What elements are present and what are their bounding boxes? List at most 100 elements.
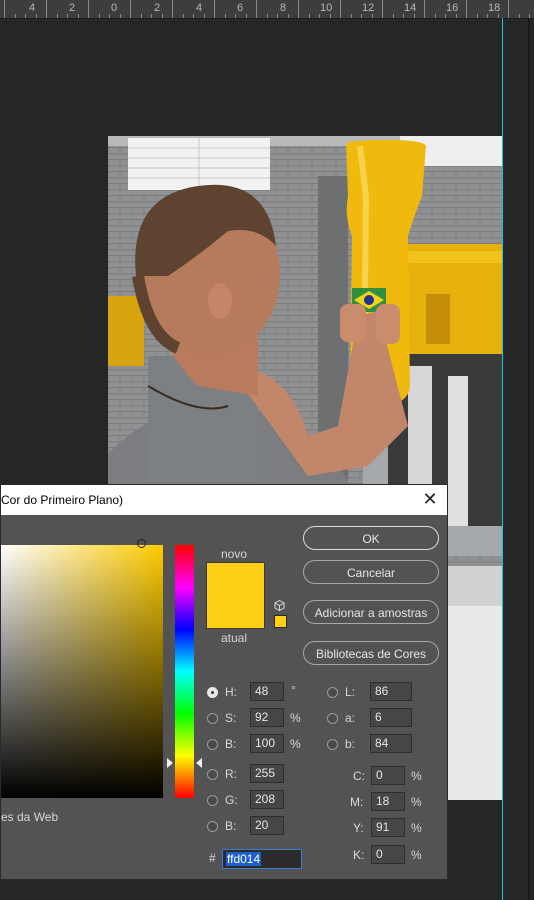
percent-unit: %: [411, 848, 422, 862]
blue-radio[interactable]: [207, 821, 218, 832]
ruler-label: 14: [404, 2, 417, 14]
ruler-tick: [256, 0, 257, 18]
ruler-tick: [414, 14, 415, 18]
color-libraries-button[interactable]: Bibliotecas de Cores: [303, 641, 439, 665]
cyan-input[interactable]: 0: [371, 766, 405, 785]
lab-b-label: b:: [345, 737, 356, 751]
ruler-label: 4: [196, 2, 203, 14]
current-color-label: atual: [221, 631, 248, 645]
brightness-radio[interactable]: [207, 739, 218, 750]
lab-b-input[interactable]: 84: [370, 734, 412, 753]
color-field[interactable]: [1, 545, 163, 798]
ruler-tick: [141, 14, 142, 18]
ruler-tick: [151, 14, 152, 18]
saturation-label: S:: [225, 711, 237, 725]
ruler-tick: [36, 14, 37, 18]
ruler-tick: [57, 14, 58, 18]
ruler-tick: [477, 14, 478, 18]
horizontal-ruler: 4 2 0 2 4 6 8 10 12 14 16 18: [0, 0, 534, 19]
ruler-tick: [498, 14, 499, 18]
lab-b-radio[interactable]: [327, 739, 338, 750]
hue-slider[interactable]: [175, 545, 194, 798]
ruler-tick: [88, 0, 89, 18]
black-label: K:: [353, 848, 365, 862]
hue-radio[interactable]: [207, 687, 218, 698]
ruler-tick: [277, 14, 278, 18]
black-input[interactable]: 0: [371, 845, 405, 864]
yellow-input[interactable]: 91: [371, 818, 405, 837]
ruler-tick: [99, 14, 100, 18]
hex-value: ffd014: [226, 852, 262, 866]
hue-input[interactable]: 48: [250, 682, 284, 701]
ruler-label: 10: [320, 2, 333, 14]
new-current-color-swatch: [206, 562, 265, 629]
ok-button[interactable]: OK: [303, 526, 439, 550]
ruler-tick: [235, 14, 236, 18]
lab-a-input[interactable]: 6: [370, 708, 412, 727]
green-radio[interactable]: [207, 795, 218, 806]
ruler-tick: [445, 14, 446, 18]
ruler-tick: [508, 0, 509, 18]
web-only-label: es da Web: [1, 810, 59, 824]
ruler-tick: [120, 14, 121, 18]
ruler-tick: [382, 0, 383, 18]
blue-input[interactable]: 20: [250, 816, 284, 835]
ruler-tick: [25, 14, 26, 18]
red-input[interactable]: 255: [250, 764, 284, 783]
magenta-input[interactable]: 18: [371, 792, 405, 811]
lab-l-input[interactable]: 86: [370, 682, 412, 701]
ruler-tick: [298, 0, 299, 18]
percent-unit: %: [411, 821, 422, 835]
ruler-tick: [267, 14, 268, 18]
ruler-tick: [288, 14, 289, 18]
ruler-tick: [204, 14, 205, 18]
dialog-title: Cor do Primeiro Plano): [1, 493, 124, 507]
lab-l-radio[interactable]: [327, 687, 338, 698]
saturation-input[interactable]: 92: [250, 708, 284, 727]
vertical-guide-line[interactable]: [502, 18, 503, 900]
ruler-label: 16: [446, 2, 459, 14]
ruler-label: 2: [69, 2, 76, 14]
hue-slider-left-arrow-icon[interactable]: [167, 758, 173, 768]
canvas-edge: [528, 18, 530, 900]
ruler-label: 18: [488, 2, 501, 14]
percent-unit: %: [290, 711, 301, 725]
ruler-label: 2: [154, 2, 161, 14]
lab-a-label: a:: [345, 711, 356, 725]
ruler-tick: [361, 14, 362, 18]
gamut-cube-icon[interactable]: [274, 600, 285, 611]
ruler-tick: [162, 14, 163, 18]
ruler-tick: [351, 14, 352, 18]
dialog-titlebar[interactable]: Cor do Primeiro Plano) ✕: [1, 485, 447, 515]
saturation-radio[interactable]: [207, 713, 218, 724]
ruler-tick: [424, 0, 425, 18]
ruler-tick: [519, 14, 520, 18]
ruler-label: 6: [237, 2, 244, 14]
close-icon[interactable]: ✕: [419, 488, 441, 510]
lab-l-label: L:: [345, 685, 356, 699]
hue-slider-right-arrow-icon[interactable]: [196, 758, 202, 768]
hue-label: H:: [225, 685, 237, 699]
ruler-tick: [109, 14, 110, 18]
ruler-tick: [372, 14, 373, 18]
cancel-button[interactable]: Cancelar: [303, 560, 439, 584]
web-safe-swatch[interactable]: [274, 615, 287, 628]
hex-input[interactable]: ffd014: [222, 849, 302, 869]
ruler-tick: [487, 14, 488, 18]
percent-unit: %: [290, 737, 301, 751]
ruler-tick: [193, 14, 194, 18]
red-label: R:: [225, 767, 237, 781]
lab-a-radio[interactable]: [327, 713, 338, 724]
brightness-input[interactable]: 100: [250, 734, 284, 753]
color-field-marker[interactable]: [137, 539, 146, 548]
ruler-tick: [435, 14, 436, 18]
red-radio[interactable]: [207, 769, 218, 780]
percent-unit: %: [411, 769, 422, 783]
add-to-swatches-button[interactable]: Adicionar a amostras: [303, 600, 439, 624]
ruler-tick: [330, 14, 331, 18]
new-color-label: novo: [221, 547, 248, 561]
green-input[interactable]: 208: [250, 790, 284, 809]
ruler-tick: [183, 14, 184, 18]
ruler-tick: [172, 0, 173, 18]
blue-label: B:: [225, 819, 237, 833]
